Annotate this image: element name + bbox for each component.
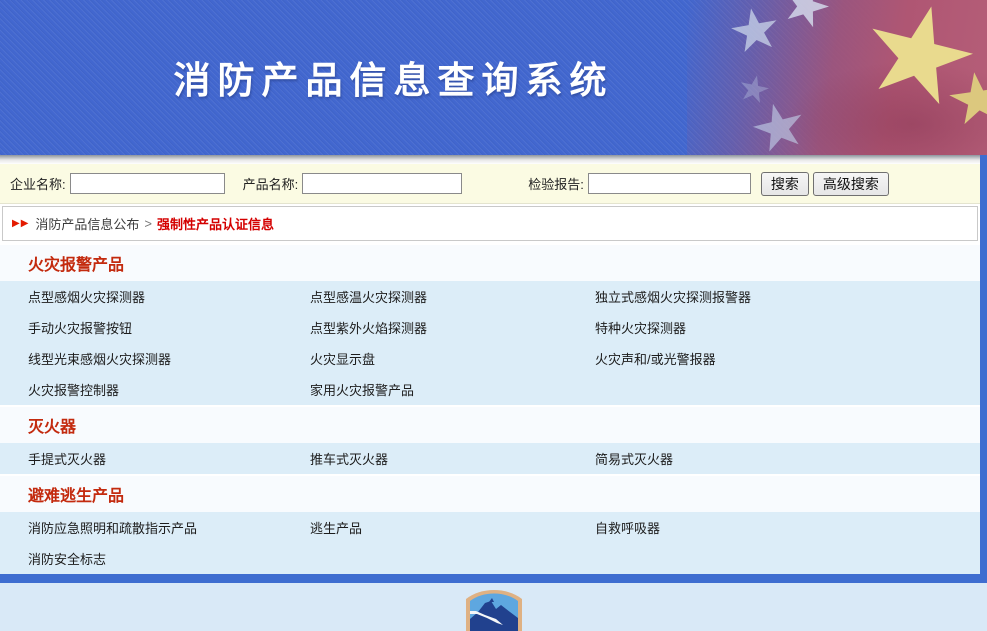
product-link[interactable]: 点型紫外火焰探测器 — [310, 318, 427, 337]
product-link[interactable]: 家用火灾报警产品 — [310, 380, 414, 399]
product-name-label: 产品名称: — [243, 174, 299, 193]
company-name-input[interactable] — [70, 173, 225, 194]
product-link[interactable]: 手动火灾报警按钮 — [28, 318, 132, 337]
product-link[interactable]: 消防应急照明和疏散指示产品 — [28, 518, 197, 537]
product-link[interactable]: 线型光束感烟火灾探测器 — [28, 349, 171, 368]
product-link[interactable]: 逃生产品 — [310, 518, 362, 537]
product-row: 手提式灭火器 推车式灭火器 简易式灭火器 — [0, 443, 980, 474]
page-title: 消防产品信息查询系统 — [0, 50, 787, 104]
section-title: 避难逃生产品 — [0, 474, 980, 512]
company-name-label: 企业名称: — [10, 174, 66, 193]
product-row: 消防安全标志 — [0, 543, 980, 574]
product-link[interactable]: 独立式感烟火灾探测报警器 — [595, 287, 751, 306]
page-right-border — [980, 155, 987, 583]
footer — [0, 583, 987, 631]
section-title: 火灾报警产品 — [0, 243, 980, 281]
header-shadow — [0, 155, 987, 164]
breadcrumb-parent-link[interactable]: 消防产品信息公布 — [35, 214, 139, 233]
product-link[interactable]: 消防安全标志 — [28, 549, 106, 568]
product-link[interactable]: 火灾声和/或光警报器 — [595, 349, 716, 368]
search-bar: 企业名称: 产品名称: 检验报告: 搜索 高级搜索 — [0, 164, 980, 204]
faded-star-icon — [748, 97, 811, 155]
page: 消防产品信息查询系统 企业名称: 产品名称: 检验报告: 搜索 高级搜索 ▶▶ … — [0, 0, 987, 631]
product-row: 消防应急照明和疏散指示产品 逃生产品 自救呼吸器 — [0, 512, 980, 543]
footer-divider-bar — [0, 574, 987, 583]
product-link[interactable]: 火灾报警控制器 — [28, 380, 119, 399]
product-link[interactable]: 自救呼吸器 — [595, 518, 660, 537]
header-banner: 消防产品信息查询系统 — [0, 0, 987, 155]
yellow-star-icon — [945, 68, 987, 131]
fire-certification-emblem-icon — [463, 588, 525, 631]
product-name-input[interactable] — [302, 173, 462, 194]
report-label: 检验报告: — [528, 174, 584, 193]
product-link[interactable]: 手提式灭火器 — [28, 449, 106, 468]
breadcrumb-area: ▶▶ 消防产品信息公布 > 强制性产品认证信息 — [0, 204, 980, 243]
section-title: 灭火器 — [0, 405, 980, 443]
product-row: 手动火灾报警按钮 点型紫外火焰探测器 特种火灾探测器 — [0, 312, 980, 343]
product-row: 火灾报警控制器 家用火灾报警产品 — [0, 374, 980, 405]
faded-star-icon — [777, 0, 834, 34]
product-link[interactable]: 点型感温火灾探测器 — [310, 287, 427, 306]
double-arrow-icon: ▶▶ — [12, 218, 29, 229]
product-link[interactable]: 简易式灭火器 — [595, 449, 673, 468]
product-link[interactable]: 推车式灭火器 — [310, 449, 388, 468]
product-link[interactable]: 火灾显示盘 — [310, 349, 375, 368]
product-row: 点型感烟火灾探测器 点型感温火灾探测器 独立式感烟火灾探测报警器 — [0, 281, 980, 312]
breadcrumb: ▶▶ 消防产品信息公布 > 强制性产品认证信息 — [2, 206, 978, 241]
product-link[interactable]: 点型感烟火灾探测器 — [28, 287, 145, 306]
report-input[interactable] — [588, 173, 751, 194]
advanced-search-button[interactable]: 高级搜索 — [813, 172, 889, 196]
product-row: 线型光束感烟火灾探测器 火灾显示盘 火灾声和/或光警报器 — [0, 343, 980, 374]
breadcrumb-separator: > — [144, 216, 152, 231]
search-button[interactable]: 搜索 — [761, 172, 809, 196]
product-link[interactable]: 特种火灾探测器 — [595, 318, 686, 337]
sections: 火灾报警产品点型感烟火灾探测器 点型感温火灾探测器 独立式感烟火灾探测报警器手动火灾… — [0, 243, 980, 574]
breadcrumb-current: 强制性产品认证信息 — [157, 214, 274, 233]
